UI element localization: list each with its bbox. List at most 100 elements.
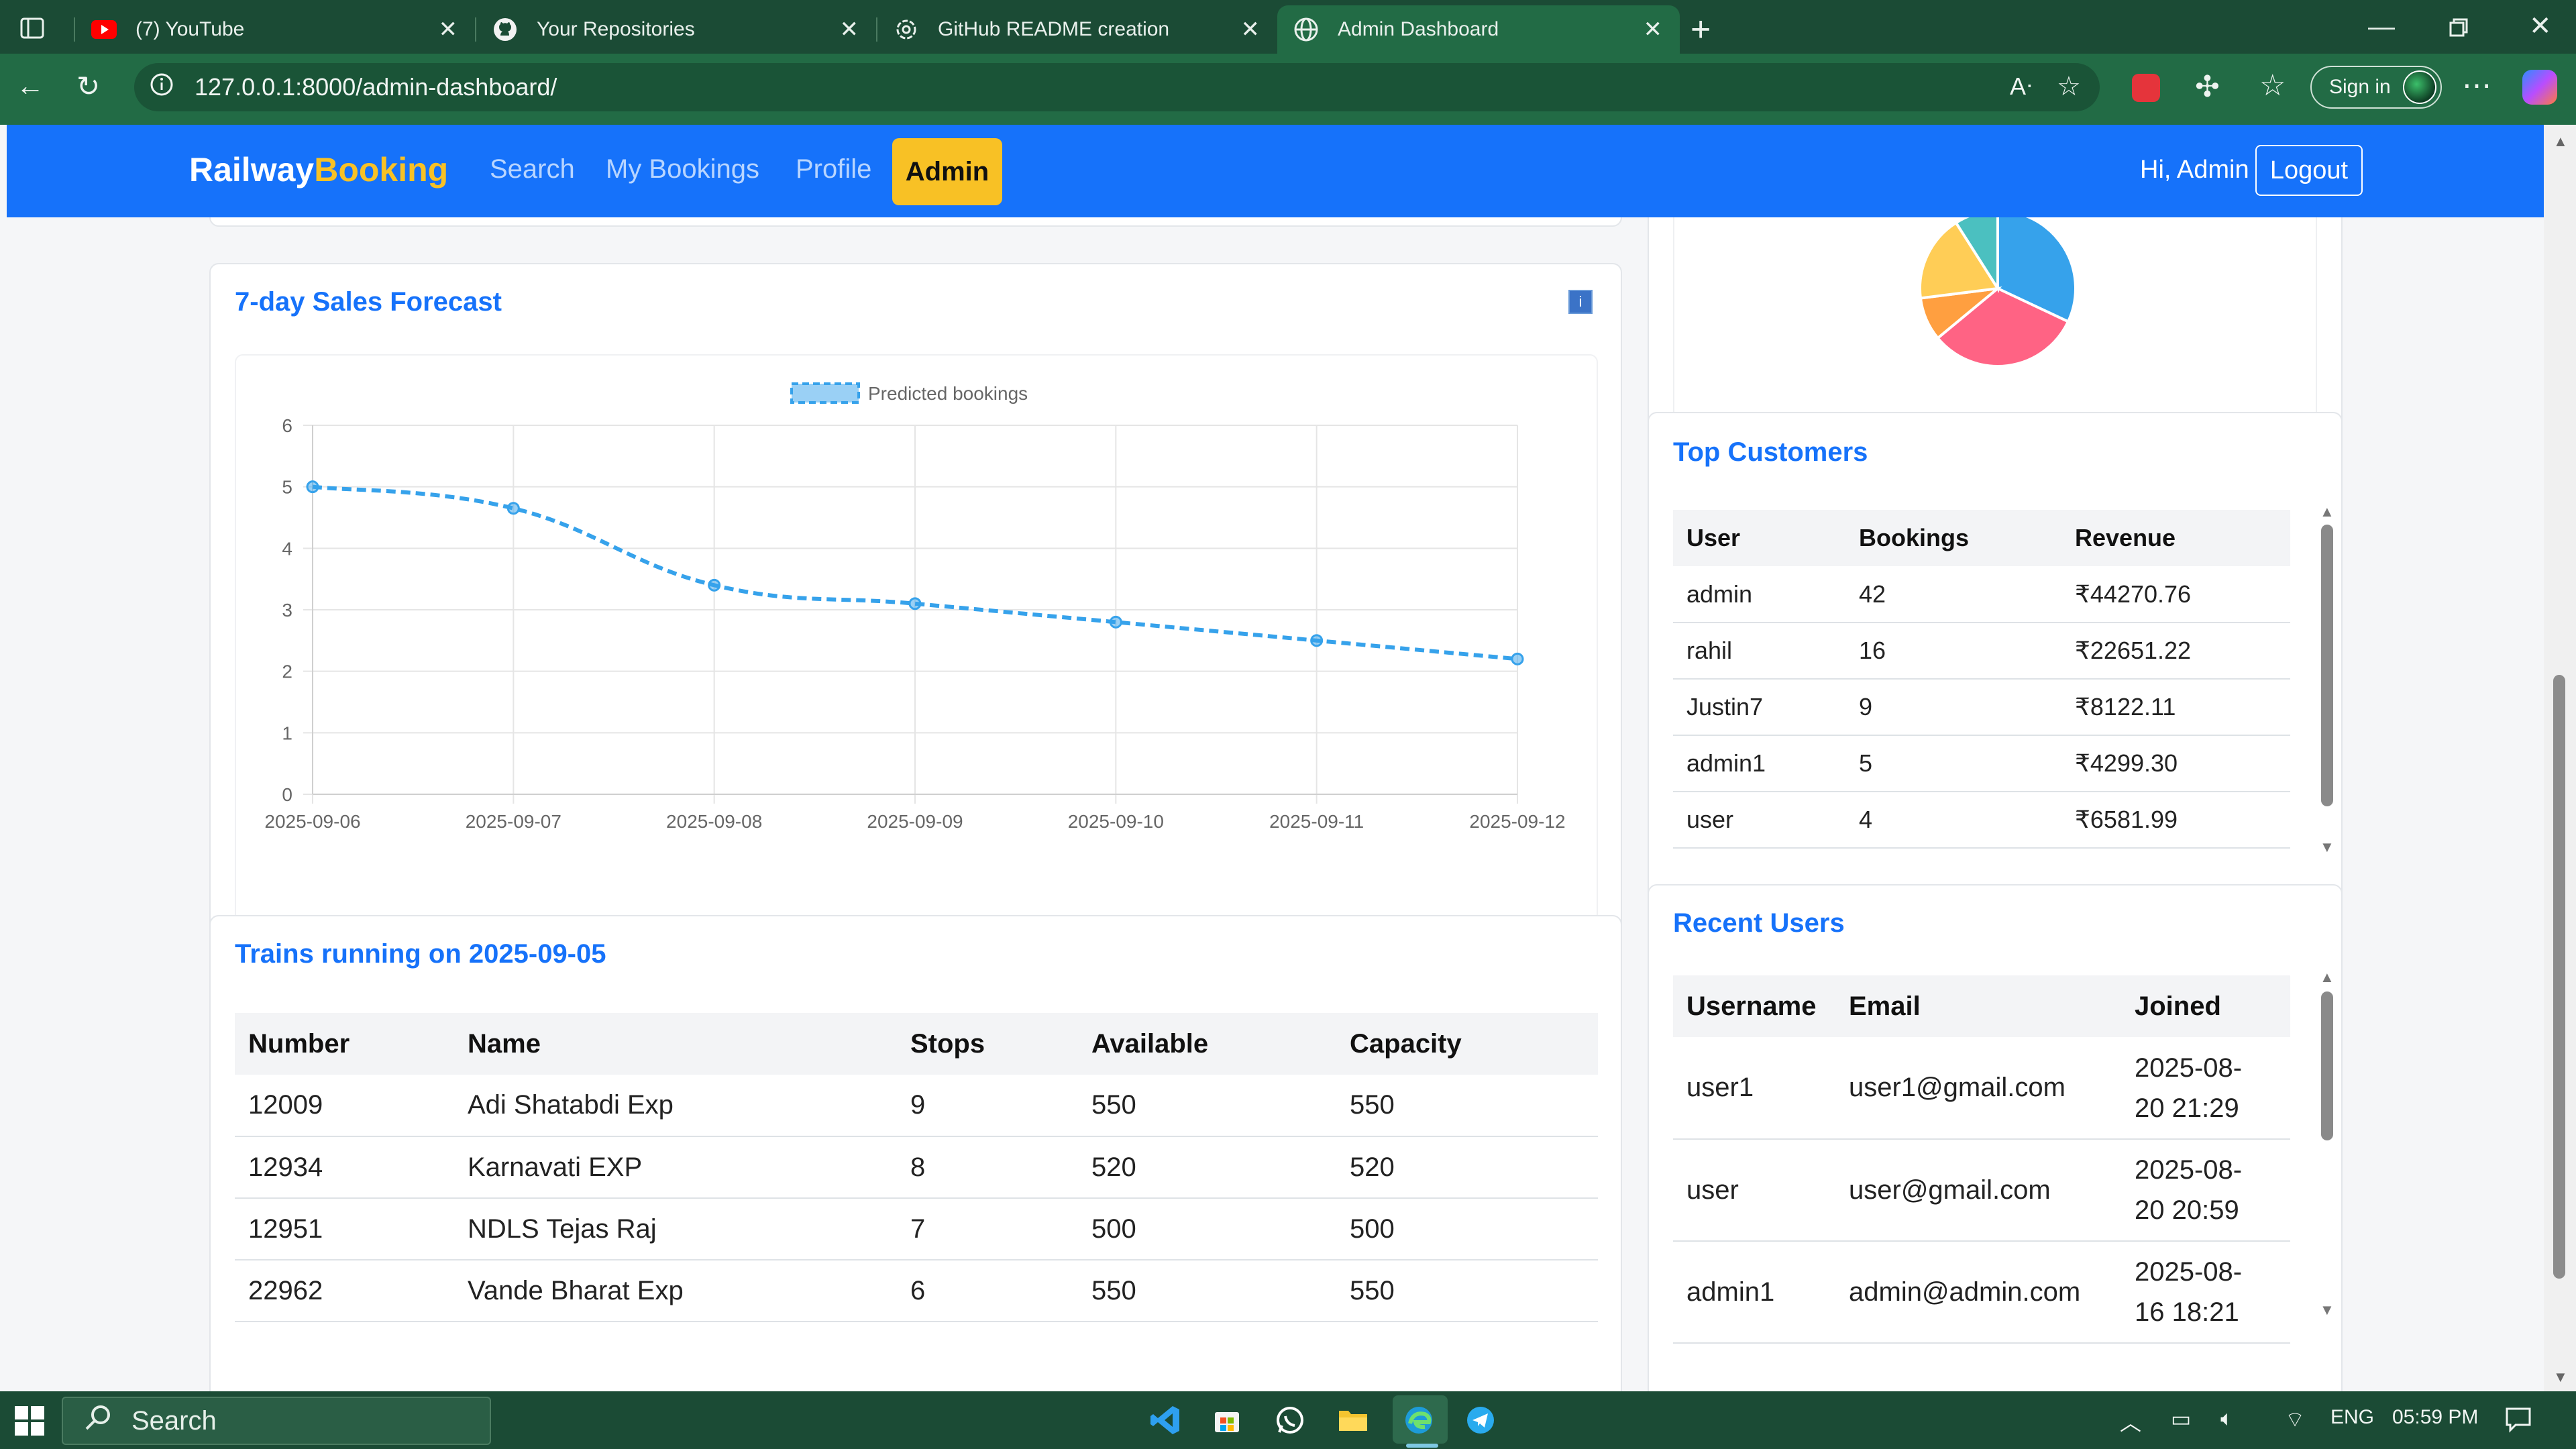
table-cell: 5 <box>1858 735 2074 792</box>
tab-admin-dashboard[interactable]: Admin Dashboard ✕ <box>1277 5 1680 54</box>
forecast-title: 7-day Sales Forecast <box>235 287 502 317</box>
table-cell: 12009 <box>235 1075 467 1137</box>
close-icon[interactable]: ✕ <box>1241 16 1260 43</box>
file-explorer-icon[interactable] <box>1336 1403 1370 1437</box>
extension-icon[interactable] <box>2132 74 2160 102</box>
table-row: Justin7 9 ₹8122.11 <box>1673 679 2290 736</box>
favorite-star-icon[interactable]: ☆ <box>2057 71 2081 102</box>
globe-icon <box>1293 17 1319 42</box>
tab-label: GitHub README creation <box>938 18 1170 40</box>
top-customers-table: User Bookings Revenue admin 42 ₹44270.76 ra… <box>1673 510 2290 849</box>
tab-youtube[interactable]: (7) YouTube ✕ <box>75 5 475 54</box>
clock[interactable]: 05:59 PM <box>2392 1406 2478 1429</box>
telegram-icon[interactable] <box>1464 1403 1497 1437</box>
windows-start-icon[interactable] <box>15 1406 44 1439</box>
top-customers-scrollbar[interactable]: ▲ ▼ <box>2317 503 2337 860</box>
copilot-icon[interactable] <box>2522 70 2557 105</box>
nav-link-search[interactable]: Search <box>490 154 575 184</box>
chart-container: 0 1 2 3 4 5 6 2025-09-06 2025-09-07 2025-09-08 202… <box>235 354 1598 987</box>
table-row: 22962 Vande Bharat Exp 6 550 550 <box>235 1260 1598 1322</box>
table-cell: 500 <box>1349 1198 1598 1260</box>
table-row: admin 42 ₹44270.76 <box>1673 566 2290 623</box>
nav-link-my-bookings[interactable]: My Bookings <box>606 154 759 184</box>
data-point <box>1511 652 1524 665</box>
brand-logo[interactable]: RailwayBooking <box>189 150 448 189</box>
edge-browser-icon[interactable] <box>1402 1403 1436 1437</box>
table-row: admin1 5 ₹4299.30 <box>1673 735 2290 792</box>
table-cell: 22962 <box>235 1260 467 1322</box>
tab-label: Your Repositories <box>537 18 695 40</box>
table-cell: ₹8122.11 <box>2074 679 2290 736</box>
joined-date: 2025-08- <box>2135 1155 2243 1185</box>
puzzle-extensions-icon[interactable]: ✣ <box>2195 70 2220 104</box>
user-greeting: Hi, Admin <box>2140 156 2249 184</box>
window-close-icon[interactable]: ✕ <box>2529 11 2552 42</box>
more-options-icon[interactable]: ⋯ <box>2462 68 2491 103</box>
table-cell: user1@gmail.com <box>1848 1037 2134 1140</box>
tab-label: Admin Dashboard <box>1338 18 1499 40</box>
table-cell: 550 <box>1349 1075 1598 1137</box>
nav-link-admin[interactable]: Admin <box>892 138 1002 205</box>
nav-link-profile[interactable]: Profile <box>796 154 871 184</box>
table-cell: 500 <box>1091 1198 1349 1260</box>
table-cell: 2025-08- 20 21:29 <box>2134 1037 2290 1140</box>
url-text: 127.0.0.1:8000/admin-dashboard/ <box>195 73 557 101</box>
vscode-icon[interactable] <box>1148 1403 1182 1437</box>
joined-date: 2025-08- <box>2135 1257 2243 1287</box>
table-cell: Justin7 <box>1673 679 1858 736</box>
y-tick-label: 1 <box>282 722 292 743</box>
recent-users-title: Recent Users <box>1673 908 1845 938</box>
profile-avatar-icon <box>2403 70 2436 104</box>
tab-readme[interactable]: GitHub README creation ✕ <box>877 5 1277 54</box>
taskbar-search[interactable]: Search <box>62 1397 491 1445</box>
recent-users-scrollbar[interactable]: ▲ ▼ <box>2317 969 2337 1320</box>
battery-icon[interactable]: ▭ <box>2171 1406 2191 1432</box>
info-icon[interactable]: i <box>1568 290 1593 314</box>
table-cell: 550 <box>1349 1260 1598 1322</box>
sign-in-button[interactable]: Sign in <box>2310 66 2442 109</box>
data-point <box>506 502 520 515</box>
trains-card: Trains running on 2025-09-05 Number Name… <box>209 915 1622 1391</box>
tab-label: (7) YouTube <box>136 18 245 40</box>
tab-actions-icon[interactable] <box>19 15 46 42</box>
tab-repositories[interactable]: Your Repositories ✕ <box>476 5 876 54</box>
page-scrollbar[interactable]: ▲ ▼ <box>2544 125 2576 1391</box>
taskbar-search-label: Search <box>131 1405 217 1436</box>
wifi-icon[interactable]: ⌔ <box>2285 1406 2305 1433</box>
new-tab-icon[interactable]: + <box>1690 9 1711 50</box>
trains-title: Trains running on 2025-09-05 <box>235 939 606 969</box>
minimize-icon[interactable]: — <box>2368 12 2395 42</box>
read-aloud-icon[interactable]: Aᐧ <box>2010 72 2032 101</box>
table-cell: Karnavati EXP <box>467 1136 910 1199</box>
whatsapp-icon[interactable] <box>1273 1403 1307 1437</box>
refresh-icon[interactable]: ↻ <box>76 70 100 103</box>
restore-icon[interactable] <box>2449 17 2469 41</box>
joined-date: 2025-08- <box>2135 1053 2243 1083</box>
address-bar[interactable]: 127.0.0.1:8000/admin-dashboard/ Aᐧ ☆ <box>134 63 2100 111</box>
volume-icon[interactable]: 🔈︎ <box>2220 1406 2233 1432</box>
back-arrow-icon[interactable]: ← <box>16 70 44 102</box>
data-point <box>708 578 721 592</box>
logout-button[interactable]: Logout <box>2255 145 2363 196</box>
data-point <box>908 597 922 610</box>
column-header: Capacity <box>1350 1028 1462 1059</box>
close-icon[interactable]: ✕ <box>840 16 859 43</box>
page-scroll-thumb[interactable] <box>2553 675 2565 1279</box>
collections-icon[interactable]: ☆ <box>2259 68 2286 103</box>
windows-taskbar: Search ︿ ▭ 🔈︎ ⌔ ENG 05:59 PM <box>0 1391 2576 1449</box>
table-cell: NDLS Tejas Raj <box>467 1198 910 1260</box>
y-tick-label: 6 <box>282 415 292 436</box>
table-cell: 550 <box>1091 1075 1349 1137</box>
site-info-icon[interactable] <box>149 72 174 103</box>
table-cell: 550 <box>1091 1260 1349 1322</box>
language-indicator[interactable]: ENG <box>2330 1406 2374 1429</box>
page-viewport: RailwayBooking Search My Bookings Profil… <box>0 125 2544 1391</box>
close-icon[interactable]: ✕ <box>439 16 458 43</box>
table-row: 12934 Karnavati EXP 8 520 520 <box>235 1136 1598 1199</box>
tray-overflow-icon[interactable]: ︿ <box>2120 1406 2141 1437</box>
close-icon[interactable]: ✕ <box>1644 16 1663 43</box>
table-cell: 12951 <box>235 1198 467 1260</box>
notifications-icon[interactable] <box>2505 1406 2532 1436</box>
store-icon[interactable] <box>1210 1403 1244 1437</box>
forecast-card: 7-day Sales Forecast i 0 1 2 3 4 5 6 2025-09-06… <box>209 263 1622 1013</box>
